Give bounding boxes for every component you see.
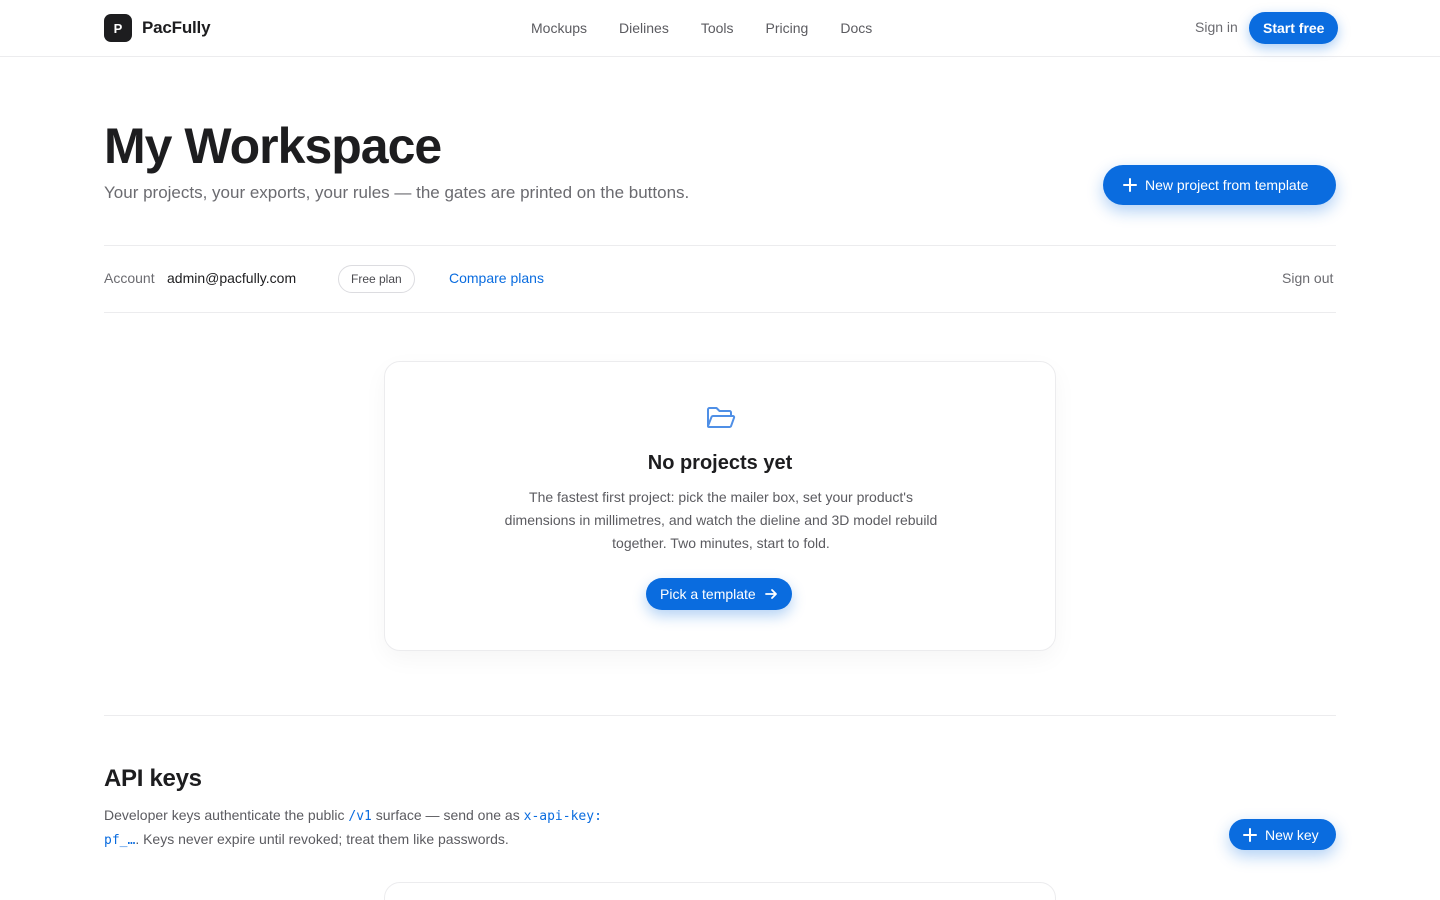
api-keys-description: Developer keys authenticate the public /… xyxy=(104,804,644,852)
empty-state-title: No projects yet xyxy=(647,452,793,474)
brand-logo[interactable]: P PacFully xyxy=(104,14,211,42)
plan-badge: Free plan xyxy=(338,265,415,293)
main-nav: Mockups Dielines Tools Pricing Docs xyxy=(531,0,872,56)
page-title: My Workspace xyxy=(104,118,442,174)
brand-name: PacFully xyxy=(142,18,211,37)
pick-template-label: Pick a template xyxy=(660,586,756,602)
account-email: admin@pacfully.com xyxy=(167,270,297,286)
top-nav: P PacFully Mockups Dielines Tools Pricin… xyxy=(0,0,1440,57)
empty-projects-card: No projects yet The fastest first projec… xyxy=(384,361,1056,651)
nav-link-docs[interactable]: Docs xyxy=(840,20,872,36)
page-subtitle: Your projects, your exports, your rules … xyxy=(104,183,690,202)
divider xyxy=(104,312,1336,313)
empty-state-text: The fastest first project: pick the mail… xyxy=(504,489,938,551)
new-project-label: New project from template xyxy=(1145,177,1309,193)
nav-link-tools[interactable]: Tools xyxy=(701,20,734,36)
plus-icon xyxy=(1123,178,1137,192)
new-key-label: New key xyxy=(1265,826,1319,843)
new-project-button[interactable]: New project from template xyxy=(1103,165,1336,205)
brand-mark-icon: P xyxy=(104,14,132,42)
nav-link-mockups[interactable]: Mockups xyxy=(531,20,587,36)
folder-open-icon xyxy=(707,407,736,428)
compare-plans-link[interactable]: Compare plans xyxy=(449,270,544,286)
plus-icon xyxy=(1243,827,1257,842)
start-free-button[interactable]: Start free xyxy=(1249,12,1339,44)
sign-out-link[interactable]: Sign out xyxy=(1282,270,1333,286)
api-path-code: /v1 xyxy=(348,809,372,824)
nav-link-pricing[interactable]: Pricing xyxy=(766,20,809,36)
arrow-right-icon xyxy=(764,589,777,599)
api-desc-part: surface — send one as xyxy=(371,807,524,823)
api-keys-title: API keys xyxy=(104,765,202,792)
pick-template-button[interactable]: Pick a template xyxy=(646,578,792,610)
api-desc-part: . Keys never expire until revoked; treat… xyxy=(135,831,509,847)
new-key-button[interactable]: New key xyxy=(1229,819,1336,850)
account-label: Account xyxy=(104,270,155,286)
sign-in-link[interactable]: Sign in xyxy=(1195,19,1238,35)
api-desc-part: Developer keys authenticate the public xyxy=(104,807,349,823)
api-keys-card xyxy=(384,882,1056,900)
nav-link-dielines[interactable]: Dielines xyxy=(619,20,669,36)
divider xyxy=(104,245,1336,246)
section-divider xyxy=(104,715,1336,716)
